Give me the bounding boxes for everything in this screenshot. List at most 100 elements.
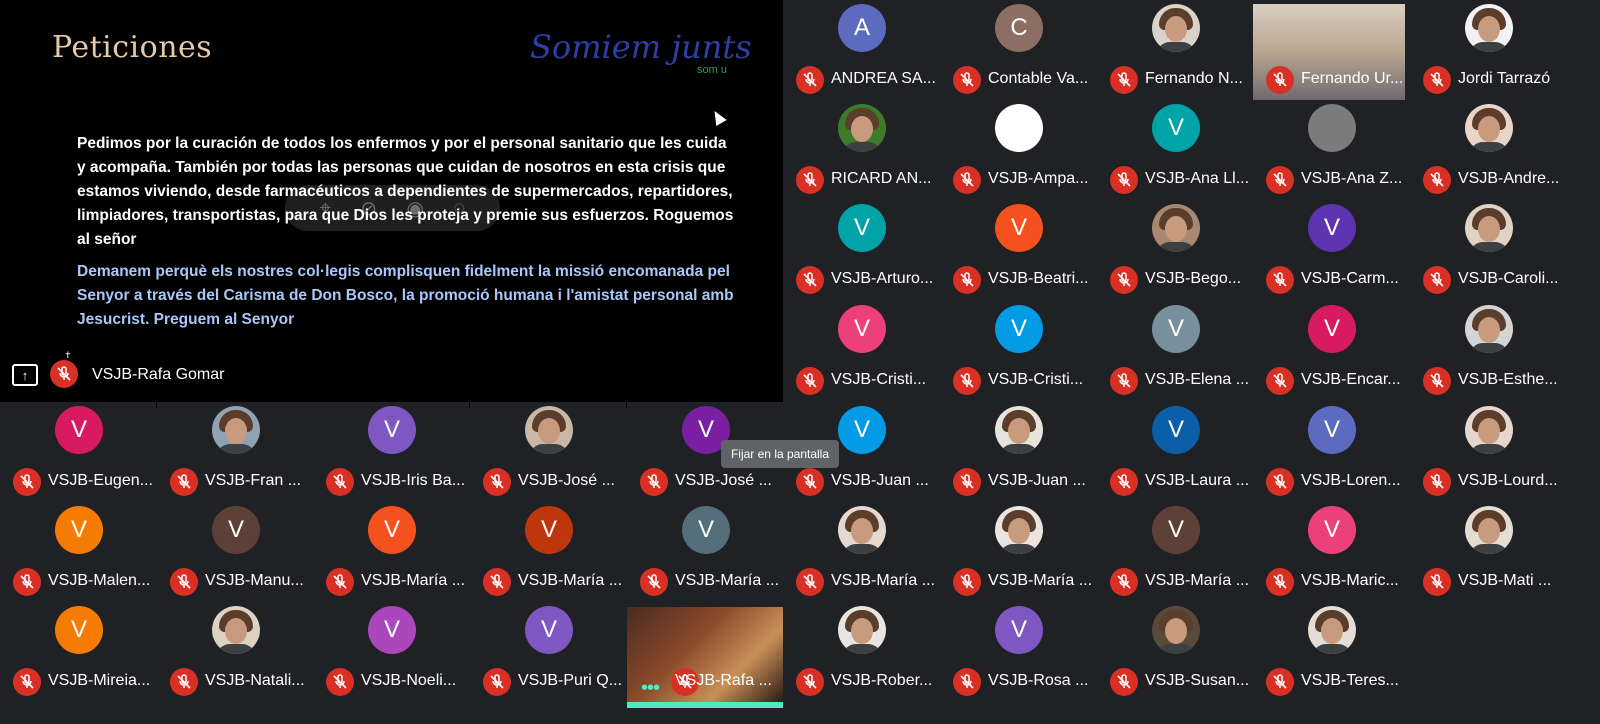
participant-tile[interactable]: A ANDREA SA... xyxy=(783,0,939,100)
mic-off-icon xyxy=(170,468,198,496)
participant-tile[interactable]: Jordi Tarrazó xyxy=(1410,0,1566,100)
participant-tile[interactable]: V VSJB-Iris Ba... xyxy=(313,402,469,502)
avatar-body xyxy=(1469,343,1509,353)
participant-tile[interactable]: V VSJB-Mireia... xyxy=(0,602,156,702)
mic-off-icon xyxy=(1266,468,1294,496)
mic-off-icon xyxy=(1266,568,1294,596)
avatar-photo xyxy=(1465,4,1513,52)
participant-tile[interactable]: VSJB-Ampa... xyxy=(940,100,1096,200)
avatar-body xyxy=(1469,444,1509,454)
avatar-body xyxy=(529,444,569,454)
avatar xyxy=(1308,104,1356,152)
participant-tile[interactable]: VSJB-Natali... xyxy=(157,602,313,702)
avatar: V xyxy=(1308,204,1356,252)
avatar-photo xyxy=(995,506,1043,554)
avatar: V xyxy=(525,606,573,654)
participant-tile[interactable]: VSJB-Esthe... xyxy=(1410,301,1566,401)
mic-off-icon xyxy=(1110,568,1138,596)
more-icon[interactable]: ◌ xyxy=(453,197,465,220)
avatar-photo xyxy=(1465,406,1513,454)
participant-tile[interactable]: VSJB-Juan ... xyxy=(940,402,1096,502)
participant-name: VSJB-José ... xyxy=(675,472,772,489)
participant-tile[interactable]: V VSJB-María ... xyxy=(470,502,626,602)
participant-name: RICARD AN... xyxy=(831,170,932,187)
avatar: V xyxy=(1308,305,1356,353)
participant-tile[interactable]: RICARD AN... xyxy=(783,100,939,200)
mic-off-icon xyxy=(13,668,41,696)
mic-off-icon xyxy=(1110,468,1138,496)
avatar-body xyxy=(842,644,882,654)
participant-tile[interactable]: V VSJB-María ... xyxy=(313,502,469,602)
participant-name: VSJB-Cristi... xyxy=(988,371,1084,388)
participant-name: VSJB-María ... xyxy=(831,572,936,589)
participant-tile[interactable]: VSJB-Caroli... xyxy=(1410,200,1566,300)
avatar xyxy=(995,104,1043,152)
mic-off-icon xyxy=(13,468,41,496)
participant-tile[interactable]: Fernando Ur... xyxy=(1253,0,1409,100)
participant-tile[interactable]: VSJB-Andre... xyxy=(1410,100,1566,200)
avatar: V xyxy=(995,204,1043,252)
participant-tile[interactable]: VSJB-Ana Z... xyxy=(1253,100,1409,200)
participant-tile[interactable]: V VSJB-Cristi... xyxy=(940,301,1096,401)
participant-tile[interactable]: VSJB-María ... xyxy=(783,502,939,602)
participant-tile[interactable]: V VSJB-Eugen... xyxy=(0,402,156,502)
participant-tile[interactable]: V VSJB-Beatri... xyxy=(940,200,1096,300)
participant-tile[interactable]: C Contable Va... xyxy=(940,0,1096,100)
slide-paragraph-catalan: Demanem perquè els nostres col·legis com… xyxy=(77,263,734,328)
participant-tile[interactable]: VSJB-Teres... xyxy=(1253,602,1409,702)
participant-tile[interactable]: V VSJB-Puri Q... xyxy=(470,602,626,702)
participant-tile[interactable]: V VSJB-María ... xyxy=(627,502,783,602)
avatar: V xyxy=(995,606,1043,654)
presenter-name: VSJB-Rafa Gomar xyxy=(92,366,225,383)
avatar-face xyxy=(851,618,873,644)
participant-tile[interactable]: V VSJB-Malen... xyxy=(0,502,156,602)
present-screen-icon: ↑ xyxy=(12,364,38,386)
participant-tile[interactable]: V VSJB-Maric... xyxy=(1253,502,1409,602)
participant-tile[interactable]: Fernando N... xyxy=(1097,0,1253,100)
participant-tile[interactable]: VSJB-Rober... xyxy=(783,602,939,702)
participant-tile[interactable]: V VSJB-Elena ... xyxy=(1097,301,1253,401)
participant-tile[interactable]: VSJB-Bego... xyxy=(1097,200,1253,300)
participant-tile[interactable]: V VSJB-Cristi... xyxy=(783,301,939,401)
participant-name: VSJB-Teres... xyxy=(1301,672,1399,689)
participant-tile[interactable]: VSJB-Susan... xyxy=(1097,602,1253,702)
participant-name: VSJB-Puri Q... xyxy=(518,672,623,689)
mic-off-icon xyxy=(1110,668,1138,696)
mic-off-icon xyxy=(796,468,824,496)
participant-tile[interactable]: V VSJB-Carm... xyxy=(1253,200,1409,300)
presentation-tile[interactable]: Peticiones Somiem junts som u Pedimos po… xyxy=(0,0,783,408)
participant-tile[interactable]: V VSJB-Noeli... xyxy=(313,602,469,702)
mute-icon[interactable]: ⊘ xyxy=(360,196,377,221)
participant-tile[interactable]: V VSJB-Ana Ll... xyxy=(1097,100,1253,200)
participant-name: VSJB-María ... xyxy=(361,572,466,589)
participant-tile[interactable]: V VSJB-Loren... xyxy=(1253,402,1409,502)
avatar-photo xyxy=(995,406,1043,454)
avatar-photo xyxy=(838,606,886,654)
participant-name: VSJB-María ... xyxy=(988,572,1093,589)
participant-tile[interactable]: V VSJB-Laura ... xyxy=(1097,402,1253,502)
participant-name: VSJB-Iris Ba... xyxy=(361,472,466,489)
participant-tile[interactable]: VSJB-Mati ... xyxy=(1410,502,1566,602)
avatar: V xyxy=(838,204,886,252)
participant-name: VSJB-José ... xyxy=(518,472,615,489)
avatar: V xyxy=(1152,104,1200,152)
participant-tile[interactable]: V VSJB-Manu... xyxy=(157,502,313,602)
participant-tile[interactable]: VSJB-María ... xyxy=(940,502,1096,602)
participant-name: VSJB-Ampa... xyxy=(988,170,1089,187)
participant-name: VSJB-Beatri... xyxy=(988,270,1089,287)
avatar-body xyxy=(216,644,256,654)
avatar-photo xyxy=(1308,606,1356,654)
participant-tile[interactable]: VSJB-José ... xyxy=(470,402,626,502)
participant-tile[interactable]: V VSJB-María ... xyxy=(1097,502,1253,602)
participant-tile[interactable]: VSJB-Fran ... xyxy=(157,402,313,502)
mic-off-icon xyxy=(1423,568,1451,596)
avatar: A xyxy=(838,4,886,52)
participant-tile[interactable]: VSJB-Lourd... xyxy=(1410,402,1566,502)
participant-tile[interactable]: V VSJB-Arturo... xyxy=(783,200,939,300)
participant-tile[interactable]: V VSJB-Encar... xyxy=(1253,301,1409,401)
pin-icon[interactable]: ⌖ xyxy=(320,197,331,220)
eye-icon[interactable]: ◉ xyxy=(407,196,424,221)
avatar: V xyxy=(55,506,103,554)
avatar-photo xyxy=(212,606,260,654)
participant-tile[interactable]: V VSJB-Rosa ... xyxy=(940,602,1096,702)
